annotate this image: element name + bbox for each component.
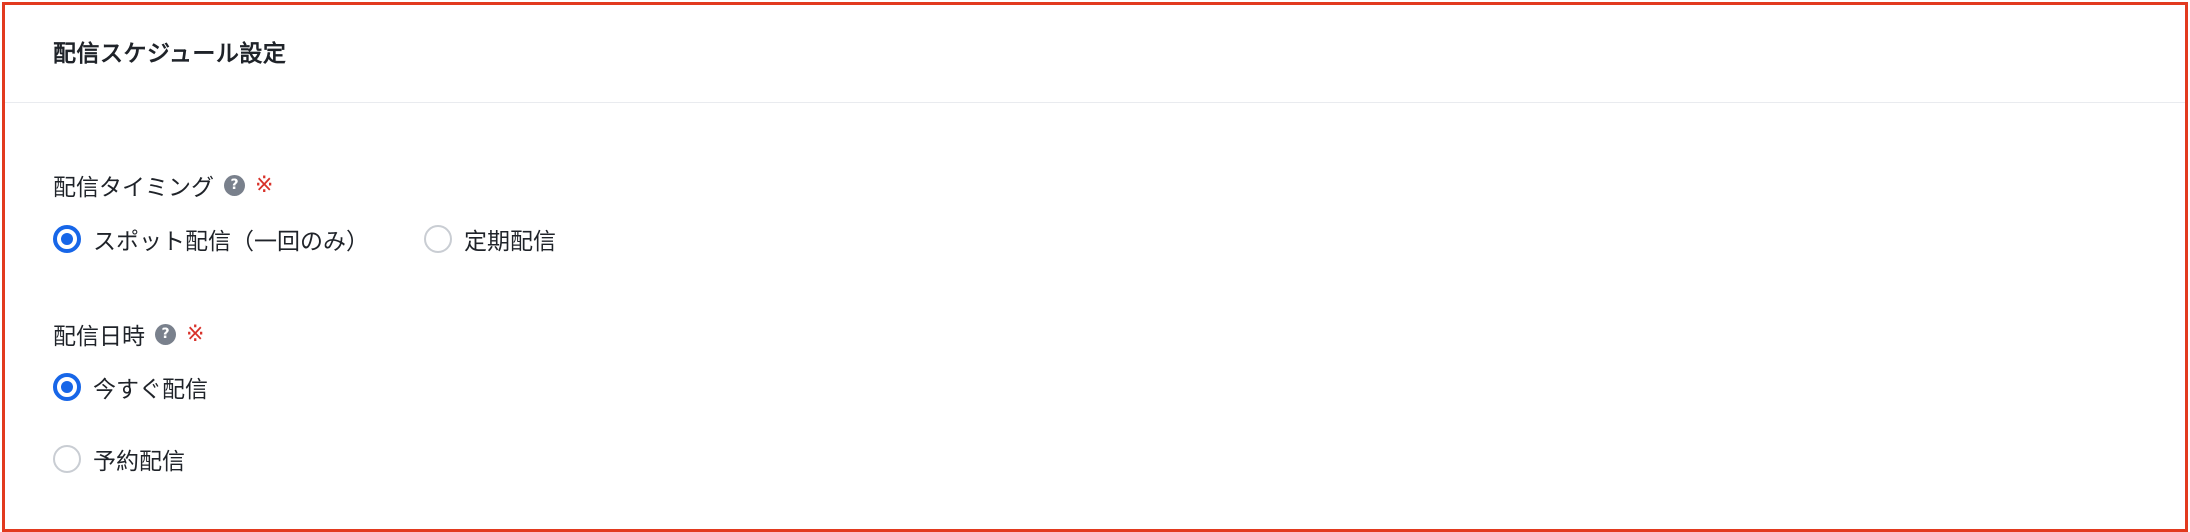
radio-label: 今すぐ配信 [93, 377, 208, 403]
radio-button-selected[interactable] [53, 225, 81, 253]
radio-row-send-now: 今すぐ配信 [53, 370, 268, 404]
delivery-timing-radio-group: スポット配信（一回のみ） 定期配信 [53, 222, 616, 256]
radio-label: スポット配信（一回のみ） [93, 229, 369, 255]
radio-row-scheduled: 予約配信 [53, 442, 245, 476]
radio-label: 定期配信 [464, 229, 556, 255]
radio-label: 予約配信 [93, 449, 185, 475]
required-mark: ※ [186, 321, 205, 347]
radio-option-scheduled-delivery[interactable]: 予約配信 [53, 442, 185, 476]
delivery-timing-label: 配信タイミング [53, 175, 214, 201]
required-mark: ※ [255, 172, 274, 198]
delivery-datetime-label-row: 配信日時 ? ※ [53, 317, 204, 351]
delivery-schedule-panel: 配信スケジュール設定 配信タイミング ? ※ スポット配信（一回のみ） 定期配信… [2, 2, 2188, 532]
radio-option-periodic-delivery[interactable]: 定期配信 [424, 222, 556, 256]
radio-button-unselected[interactable] [53, 445, 81, 473]
radio-button-unselected[interactable] [424, 225, 452, 253]
panel-header: 配信スケジュール設定 [5, 5, 2185, 103]
delivery-timing-label-row: 配信タイミング ? ※ [53, 168, 273, 202]
radio-option-send-now[interactable]: 今すぐ配信 [53, 370, 208, 404]
panel-title: 配信スケジュール設定 [53, 40, 287, 67]
help-icon[interactable]: ? [155, 323, 176, 345]
delivery-datetime-label: 配信日時 [53, 324, 145, 350]
help-icon[interactable]: ? [224, 174, 245, 196]
radio-option-spot-delivery[interactable]: スポット配信（一回のみ） [53, 222, 369, 256]
radio-button-selected[interactable] [53, 373, 81, 401]
